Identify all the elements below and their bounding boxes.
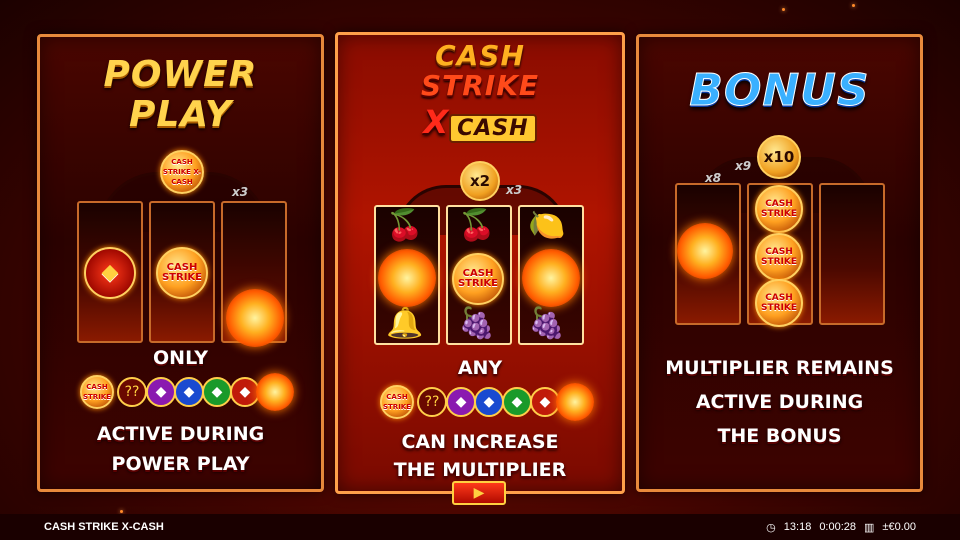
- grapes-icon: 🍇: [528, 306, 566, 341]
- reel-3: [819, 183, 885, 325]
- blue-gem-icon: ◆: [174, 377, 204, 407]
- only-caption: ONLY: [153, 347, 208, 369]
- grapes-icon: 🍇: [458, 306, 496, 341]
- fireball-symbol: [522, 249, 580, 307]
- cash-strike-coin-label: CASH STRIKE: [161, 262, 203, 283]
- power-play-caption: POWER PLAY: [111, 453, 250, 475]
- active-during-caption: ACTIVE DURING: [695, 391, 864, 413]
- multiplier-value: x10: [763, 148, 795, 166]
- cash-strike-coin: CASH STRIKE: [755, 279, 803, 327]
- clock-value: 13:18: [783, 521, 812, 533]
- cash-strike-coin-label: CASH STRIKE: [760, 293, 798, 313]
- multiplier-coin: x10: [757, 135, 801, 179]
- play-arrow-icon: ▶: [473, 485, 485, 501]
- cash-logo-line1: CASH: [435, 39, 525, 72]
- cash-strike-xcash-panel: CASH STRIKE X CASH x3 x2 🍒 🍒 🍋 CASH STRIK…: [335, 32, 625, 494]
- active-during-caption: ACTIVE DURING: [96, 423, 265, 445]
- power-play-logo: POWER PLAY: [40, 55, 321, 135]
- cash-strike-coin: CASH STRIKE: [156, 247, 208, 299]
- clock-icon: ◷: [766, 521, 776, 534]
- the-bonus-caption: THE BONUS: [717, 425, 842, 447]
- xcash-logo-cash: CASH: [449, 114, 537, 143]
- fireball-symbol: [226, 289, 284, 347]
- game-title: CASH STRIKE X-CASH: [44, 521, 164, 533]
- power-play-logo-line1: POWER: [103, 54, 258, 95]
- cash-strike-coin-label: CASH STRIKE: [457, 268, 499, 289]
- fireball-mini-symbol: [556, 383, 594, 421]
- cash-strike-mini-coin: CASH STRIKE: [80, 375, 114, 409]
- lemon-icon: 🍋: [528, 208, 566, 243]
- bonus-logo: BONUS: [689, 65, 870, 116]
- multiplier-coin: x2: [460, 161, 500, 201]
- fireball-mini-symbol: [256, 373, 294, 411]
- arc-label-x9: x9: [735, 159, 752, 173]
- cash-strike-coin: CASH STRIKE: [452, 253, 504, 305]
- cash-logo-line2: STRIKE: [420, 69, 540, 102]
- session-time-value: 0:00:28: [819, 521, 857, 533]
- cash-strike-coin: CASH STRIKE: [755, 185, 803, 233]
- power-play-logo-line2: PLAY: [128, 94, 233, 135]
- symbol-label: CASH STRIKE: [82, 383, 112, 401]
- ember-particle: [120, 510, 123, 513]
- arc-label-x3: x3: [232, 185, 249, 199]
- bell-icon: 🔔: [386, 306, 424, 341]
- ember-particle: [852, 4, 855, 7]
- balance-value: ±€0.00: [882, 521, 916, 533]
- green-gem-icon: ◆: [202, 377, 232, 407]
- cash-strike-coin: CASH STRIKE: [755, 233, 803, 281]
- balance-icon: ▥: [864, 521, 875, 534]
- status-info: ◷ 13:18 0:00:28 ▥ ±€0.00: [766, 521, 916, 534]
- xcash-logo: X CASH: [338, 103, 622, 143]
- power-gem-coin: ◆: [84, 247, 136, 299]
- purple-gem-icon: ◆: [446, 387, 476, 417]
- xcash-logo-x: X: [423, 103, 450, 141]
- can-increase-caption: CAN INCREASE: [401, 431, 559, 453]
- cash-strike-xcash-coin: CASH STRIKE X-CASH: [160, 150, 204, 194]
- cash-strike-coin-label: CASH STRIKE: [760, 199, 798, 219]
- purple-gem-icon: ◆: [146, 377, 176, 407]
- symbol-label: CASH STRIKE: [382, 393, 412, 411]
- next-page-button[interactable]: ▶: [452, 481, 506, 505]
- multiplier-value: x2: [469, 172, 491, 190]
- mystery-label: ??: [124, 384, 140, 400]
- multiplier-remains-caption: MULTIPLIER REMAINS: [665, 357, 894, 379]
- arc-label-x3: x3: [506, 183, 523, 197]
- cherries-icon: 🍒: [386, 208, 424, 243]
- fireball-symbol: [677, 223, 733, 279]
- cash-strike-coin-label: CASH STRIKE: [760, 247, 798, 267]
- cash-strike-mini-coin: CASH STRIKE: [380, 385, 414, 419]
- power-play-panel: POWER PLAY x3 CASH STRIKE X-CASH ◆ CASH …: [37, 34, 324, 492]
- bonus-panel: BONUS x8 x9 x10 CASH STRIKE CASH STRIKE …: [636, 34, 923, 492]
- ember-particle: [782, 8, 785, 11]
- mystery-symbol: ??: [417, 387, 447, 417]
- mystery-label: ??: [424, 394, 440, 410]
- cherries-icon: 🍒: [458, 208, 496, 243]
- mystery-symbol: ??: [117, 377, 147, 407]
- gem-icon: ◆: [101, 260, 119, 285]
- status-bar: CASH STRIKE X-CASH ◷ 13:18 0:00:28 ▥ ±€0…: [0, 514, 960, 540]
- any-caption: ANY: [457, 357, 503, 379]
- green-gem-icon: ◆: [502, 387, 532, 417]
- fireball-symbol: [378, 249, 436, 307]
- blue-gem-icon: ◆: [474, 387, 504, 417]
- cash-strike-xcash-coin-label: CASH STRIKE X-CASH: [162, 158, 202, 186]
